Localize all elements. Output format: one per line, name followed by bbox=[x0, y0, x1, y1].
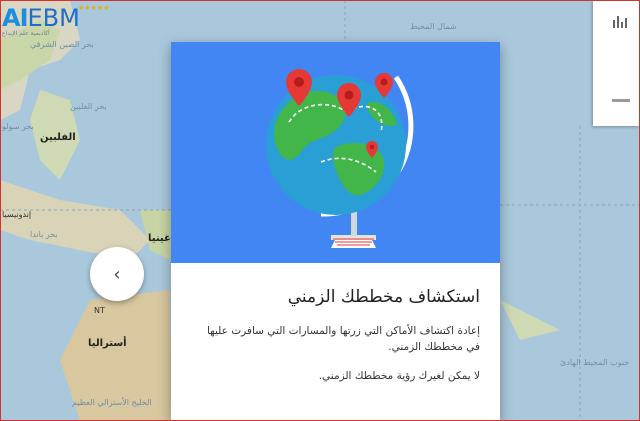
dialog-content: استكشاف مخططك الزمني إعادة اكتشاف الأماك… bbox=[171, 263, 500, 384]
side-panel bbox=[593, 0, 640, 126]
dialog-body-1: إعادة اكتشاف الأماكن التي زرتها والمسارا… bbox=[206, 325, 480, 354]
map-label-east-china-sea: بحر الصين الشرقي bbox=[30, 40, 94, 49]
logo-stars: ★★★★★ bbox=[78, 4, 110, 12]
bar-chart-icon[interactable] bbox=[612, 14, 628, 32]
dialog-title: استكشاف مخططك الزمني bbox=[287, 287, 480, 307]
logo-ebm: EBM bbox=[27, 4, 80, 32]
chevron-left-icon: ‹ bbox=[113, 263, 121, 285]
map-label-great-bight: الخليج الأسترالي العظيم bbox=[72, 398, 152, 407]
map-label-north-pacific: شمال المحيط bbox=[410, 22, 457, 31]
map-label-south-pacific: جنوب المحيط الهادئ bbox=[560, 358, 630, 367]
map-label-philippine-sea: بحر الفلبين bbox=[70, 102, 107, 111]
globe-with-pins-icon bbox=[266, 69, 414, 248]
panel-scroll-indicator[interactable] bbox=[612, 99, 630, 102]
map-label-banda: بحر باندا bbox=[30, 230, 58, 239]
map-label-nt: NT bbox=[94, 306, 105, 315]
timeline-intro-dialog: استكشاف مخططك الزمني إعادة اكتشاف الأماك… bbox=[171, 42, 500, 421]
map-label-philippines: الفلبين bbox=[40, 132, 76, 143]
map-label-guinea: غينيا bbox=[148, 233, 171, 244]
map-label-sulu: بحر سولو bbox=[2, 122, 34, 131]
map-label-indonesia: إندونيسيا bbox=[2, 210, 32, 219]
previous-button[interactable]: ‹ bbox=[90, 247, 144, 301]
site-logo: AIEBM ★★★★★ أكاديمية علم الإبداع bbox=[2, 4, 109, 37]
dialog-hero bbox=[171, 42, 500, 263]
dialog-body-2: لا يمكن لغيرك رؤية مخططك الزمني. bbox=[318, 369, 480, 382]
logo-ai: AI bbox=[2, 4, 28, 32]
map-label-australia: أستراليا bbox=[88, 338, 127, 349]
